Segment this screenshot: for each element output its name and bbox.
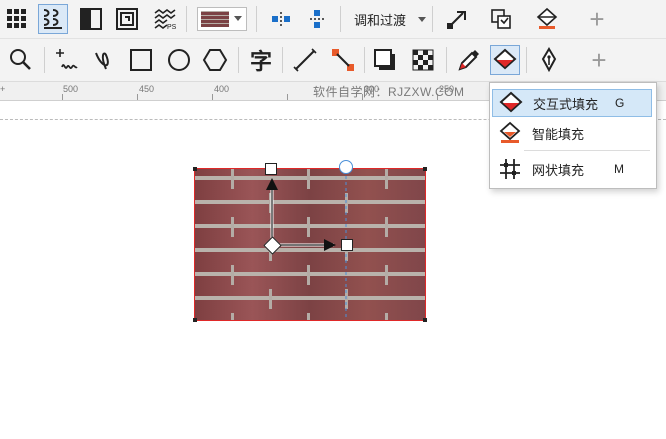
menu-item-interactive-fill[interactable]: 交互式填充 G: [492, 89, 652, 117]
fill-tools-flyout: 交互式填充 G 智能填充 网状填充 M: [489, 82, 657, 189]
interactive-fill-icon: [497, 89, 525, 117]
smart-fill-icon: [496, 119, 524, 147]
menu-item-label: 交互式填充: [533, 96, 599, 112]
fill-vector-overlay: [266, 176, 347, 320]
menu-item-label: 智能填充: [532, 126, 585, 142]
fill-tile-height-handle[interactable]: [265, 163, 277, 175]
mesh-fill-icon: [496, 155, 524, 183]
menu-item-label: 网状填充: [532, 162, 585, 178]
fill-tile-width-handle[interactable]: [341, 239, 353, 251]
fill-rotation-handle[interactable]: [339, 160, 353, 174]
menu-item-shortcut: G: [615, 96, 625, 110]
menu-item-mesh-fill[interactable]: 网状填充 M: [492, 155, 652, 183]
menu-separator: [524, 150, 650, 151]
menu-item-smart-fill[interactable]: 智能填充: [492, 119, 652, 147]
menu-item-shortcut: M: [614, 162, 624, 176]
